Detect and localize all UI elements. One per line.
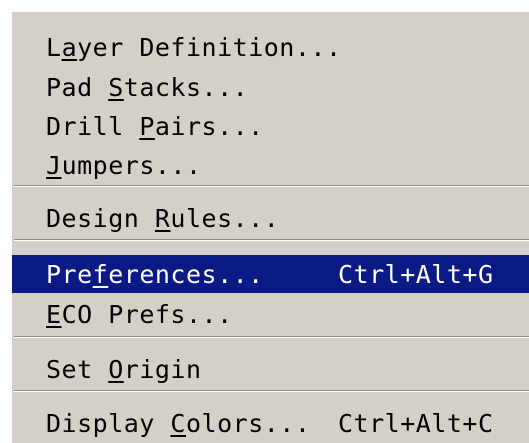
menu-item-display-colors[interactable]: Display Colors... Ctrl+Alt+C	[12, 406, 529, 440]
menu-separator	[14, 390, 529, 392]
menu-item-eco-prefs[interactable]: ECO Prefs...	[12, 297, 529, 331]
menu-item-label: Layer Definition...	[46, 32, 342, 62]
menu-item-label: Pad Stacks...	[46, 72, 249, 102]
menu-item-design-rules[interactable]: Design Rules...	[12, 201, 529, 235]
menu-separator	[14, 185, 529, 187]
setup-menu: Layer Definition... Pad Stacks... Drill …	[10, 10, 529, 443]
menu-item-label: Jumpers...	[46, 150, 202, 180]
menu-item-layer-definition[interactable]: Layer Definition...	[12, 30, 529, 64]
menu-item-preferences[interactable]: Preferences... Ctrl+Alt+G	[12, 255, 529, 293]
menu-item-label: Set Origin	[46, 354, 202, 384]
menu-item-shortcut: Ctrl+Alt+C	[338, 408, 494, 438]
menu-item-drill-pairs[interactable]: Drill Pairs...	[12, 109, 529, 143]
menu-item-set-origin[interactable]: Set Origin	[12, 352, 529, 386]
menu-item-pad-stacks[interactable]: Pad Stacks...	[12, 70, 529, 104]
menu-item-label: ECO Prefs...	[46, 299, 233, 329]
menu-item-label: Preferences...	[46, 259, 264, 289]
menu-separator	[14, 239, 529, 241]
menu-item-jumpers[interactable]: Jumpers...	[12, 148, 529, 182]
menu-separator	[14, 336, 529, 338]
menu-item-label: Design Rules...	[46, 203, 280, 233]
menu-item-shortcut: Ctrl+Alt+G	[338, 259, 494, 289]
menu-item-label: Drill Pairs...	[46, 111, 264, 141]
menu-item-label: Display Colors...	[46, 408, 311, 438]
